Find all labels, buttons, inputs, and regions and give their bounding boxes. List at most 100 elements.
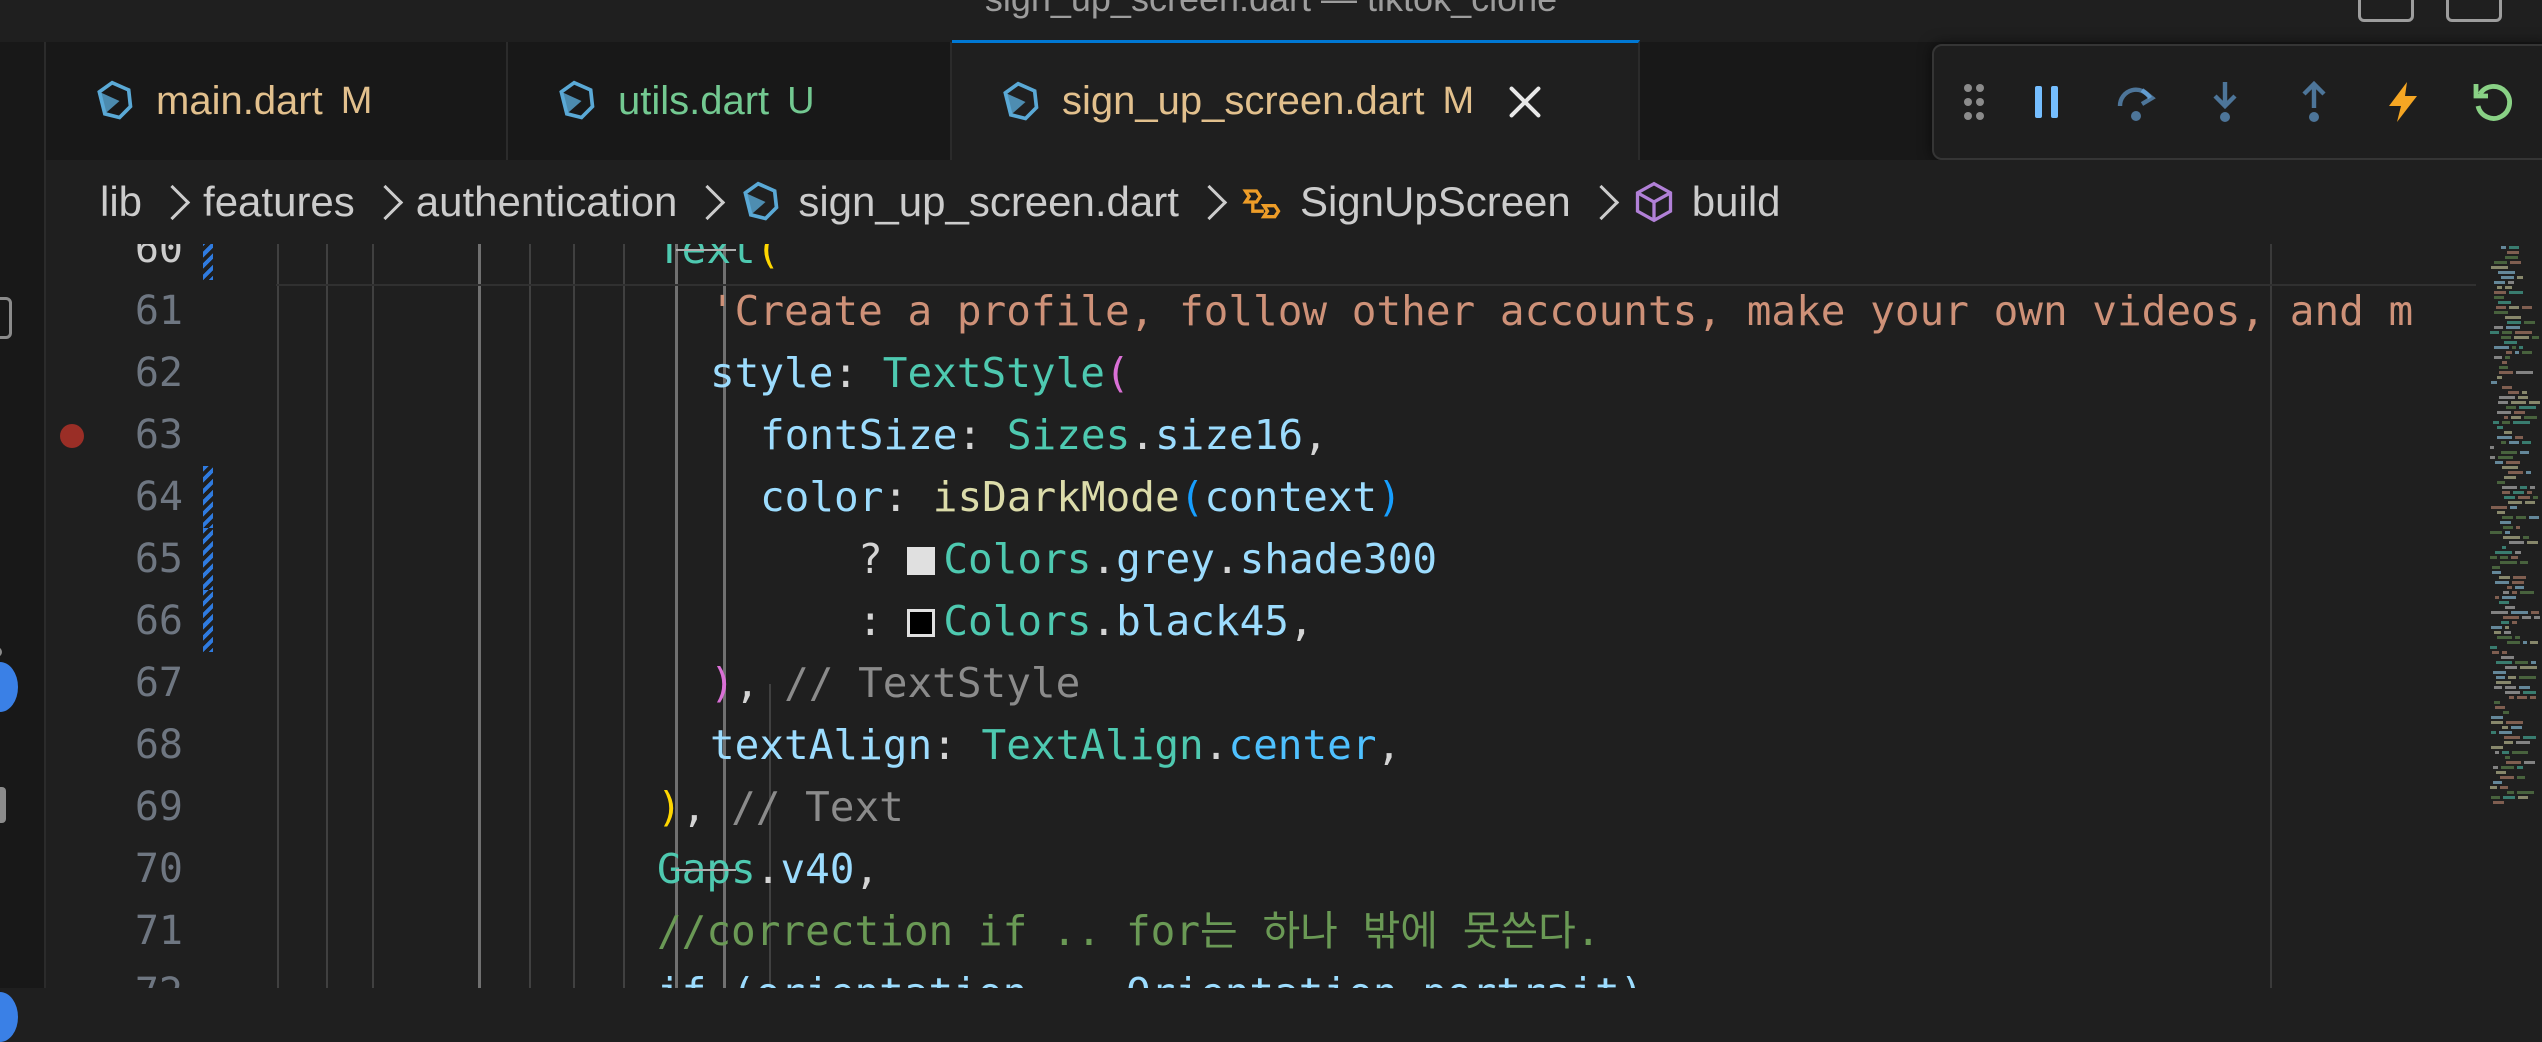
- minimap-line: [2503, 796, 2515, 799]
- restart-icon[interactable]: [2462, 72, 2522, 132]
- minimap-line: [2500, 561, 2517, 564]
- dart-file-icon: [1003, 81, 1039, 121]
- title-bar: sign_up_screen.dart — tiktok_clone: [0, 0, 2542, 43]
- minimap-line: [2518, 796, 2528, 799]
- minimap-line: [2522, 616, 2531, 619]
- code-line[interactable]: 67), // TextStyle: [46, 652, 2476, 714]
- minimap-line: [2508, 391, 2519, 394]
- code-text: ), // Text: [657, 776, 904, 838]
- minimap-line: [2504, 431, 2512, 434]
- minimap-line: [2502, 751, 2509, 754]
- tab-main-dart[interactable]: main.dart M: [46, 42, 508, 160]
- minimap-line: [2530, 641, 2538, 644]
- minimap-line: [2515, 351, 2519, 354]
- line-number: 60: [134, 244, 183, 272]
- code-text: ), // TextStyle: [710, 652, 1080, 714]
- step-over-icon[interactable]: [2106, 72, 2166, 132]
- minimap-line: [2502, 546, 2506, 549]
- code-token: size16: [1154, 411, 1304, 459]
- breadcrumb-item-lib[interactable]: lib: [100, 178, 142, 226]
- breadcrumb-label: sign_up_screen.dart: [798, 178, 1179, 225]
- code-line[interactable]: 68 textAlign: TextAlign.center,: [46, 714, 2476, 776]
- toggle-panel-icon[interactable]: [2358, 0, 2414, 22]
- close-tab-icon[interactable]: [1508, 85, 1542, 119]
- grip-icon[interactable]: [1960, 72, 1988, 132]
- minimap-line: [2517, 791, 2534, 794]
- code-line[interactable]: 69), // Text: [46, 776, 2476, 838]
- modified-line-marker[interactable]: [203, 590, 213, 652]
- step-into-icon[interactable]: [2195, 72, 2255, 132]
- minimap-line: [2512, 591, 2517, 594]
- minimap-line: [2493, 671, 2506, 674]
- minimap-line: [2499, 731, 2512, 734]
- minimap-line: [2507, 251, 2519, 254]
- hot-reload-icon[interactable]: [2373, 72, 2433, 132]
- code-line[interactable]: 62 style: TextStyle(: [46, 342, 2476, 404]
- code-line[interactable]: 70 Gaps.v40,: [46, 838, 2476, 900]
- account-badge-icon[interactable]: [0, 992, 18, 1042]
- step-out-icon[interactable]: [2284, 72, 2344, 132]
- code-token: ,: [1376, 721, 1402, 769]
- minimap-line: [2494, 631, 2501, 634]
- code-token: Colors: [943, 535, 1092, 583]
- minimap-line: [2490, 446, 2494, 449]
- minimap-line: [2505, 356, 2510, 359]
- dart-file-icon: [559, 80, 595, 120]
- modified-line-marker[interactable]: [203, 528, 213, 590]
- minimap[interactable]: [2486, 244, 2542, 988]
- minimap-line: [2494, 296, 2504, 299]
- code-line[interactable]: 64 color: isDarkMode(context): [46, 466, 2476, 528]
- toggle-secondary-sidebar-icon[interactable]: [2446, 0, 2502, 22]
- minimap-line: [2491, 731, 2496, 734]
- code-token: :: [932, 721, 982, 769]
- color-swatch[interactable]: [907, 609, 936, 637]
- modified-line-marker[interactable]: [203, 244, 213, 280]
- minimap-line: [2515, 551, 2521, 554]
- minimap-line: [2509, 246, 2519, 249]
- code-line[interactable]: 65? Colors.grey.shade300: [46, 528, 2476, 590]
- code-text: color: isDarkMode(context): [760, 466, 1402, 528]
- minimap-line: [2506, 721, 2523, 724]
- code-line[interactable]: 61 'Create a profile, follow other accoun…: [46, 280, 2476, 342]
- breadcrumb-item-file[interactable]: sign_up_screen.dart: [738, 178, 1179, 226]
- minimap-line: [2498, 401, 2508, 404]
- minimap-line: [2515, 586, 2524, 589]
- minimap-line: [2506, 326, 2520, 329]
- code-token: 'Create a profile, follow other accounts…: [710, 287, 2414, 335]
- code-line[interactable]: 66: Colors.black45,: [46, 590, 2476, 652]
- color-swatch[interactable]: [907, 547, 936, 575]
- minimap-line: [2491, 611, 2508, 614]
- minimap-line: [2500, 776, 2514, 779]
- code-line[interactable]: 71 //correction if .. for는 하나 밖에 못쓴다.: [46, 900, 2476, 962]
- minimap-line: [2514, 411, 2525, 414]
- breadcrumb-label: build: [1691, 178, 1781, 225]
- source-control-icon[interactable]: [0, 647, 2, 657]
- code-line[interactable]: 63 fontSize: Sizes.size16,: [46, 404, 2476, 466]
- code-token: if (orientation == Orientation.portrait): [657, 969, 1644, 988]
- tab-label: sign_up_screen.dart: [1062, 79, 1425, 123]
- breadcrumb-item-class[interactable]: SignUpScreen: [1240, 178, 1571, 226]
- code-line[interactable]: 72 if (orientation == Orientation.portrai…: [46, 962, 2476, 988]
- code-token: :: [883, 473, 933, 521]
- minimap-line: [2507, 791, 2514, 794]
- modified-line-marker[interactable]: [203, 466, 213, 528]
- breadcrumb-item-method[interactable]: build: [1632, 178, 1781, 226]
- pause-icon[interactable]: [2017, 72, 2077, 132]
- run-debug-badge-icon[interactable]: [0, 662, 18, 712]
- minimap-line: [2515, 331, 2532, 334]
- code-editor[interactable]: 60 Text(61 'Create a profile, follow other…: [46, 244, 2542, 988]
- tab-utils-dart[interactable]: utils.dart U: [508, 42, 952, 160]
- minimap-line: [2524, 761, 2535, 764]
- minimap-line: [2491, 506, 2507, 509]
- code-line[interactable]: 60 Text(: [46, 244, 2476, 280]
- search-icon[interactable]: [0, 297, 12, 339]
- minimap-line: [2505, 686, 2516, 689]
- breadcrumb-item-features[interactable]: features: [203, 178, 355, 226]
- minimap-line: [2494, 326, 2503, 329]
- git-status-badge: M: [340, 79, 373, 122]
- tab-sign-up-screen-dart[interactable]: sign_up_screen.dart M: [952, 40, 1640, 160]
- breadcrumb-item-authentication[interactable]: authentication: [416, 178, 678, 226]
- minimap-line: [2507, 586, 2512, 589]
- extensions-icon[interactable]: [0, 787, 6, 823]
- minimap-line: [2499, 371, 2513, 374]
